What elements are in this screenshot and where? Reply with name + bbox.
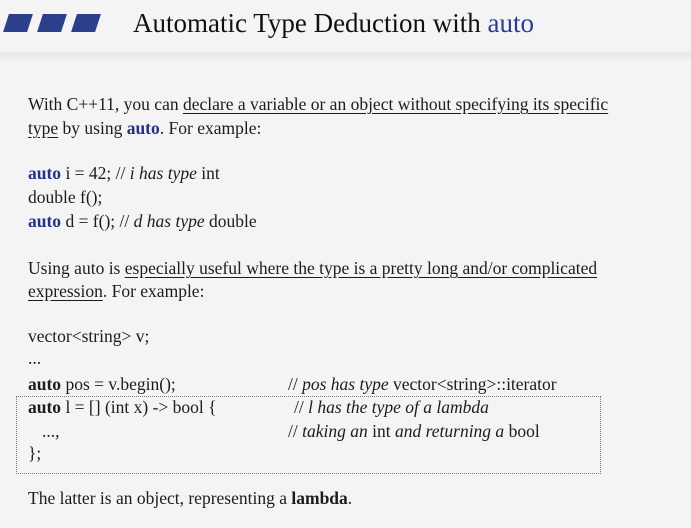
title-keyword: auto — [487, 8, 535, 38]
code-line-auto-lambda: auto l = [] (int x) -> bool { — [28, 397, 217, 417]
code-line-lambda-body: ..., — [42, 421, 60, 441]
code-comment-lambda: // l has the type of a lambda — [294, 397, 489, 417]
slide: Automatic Type Deduction with auto With … — [0, 0, 691, 528]
intro-line-1: With C++11, you can declare a variable o… — [28, 94, 609, 114]
code-line-double-f: double f(); — [28, 187, 103, 207]
slide-title: Automatic Type Deduction with auto — [133, 8, 534, 39]
code-comment-taking: // taking an int and returning a bool — [288, 421, 540, 441]
code-line-vector: vector<string> v; — [28, 326, 150, 346]
title-divider — [0, 52, 691, 62]
code-line-auto-i: auto i = 42; // i has type int — [28, 163, 220, 183]
conclusion-line: The latter is an object, representing a … — [28, 488, 353, 508]
code-line-auto-d: auto d = f(); // d has type double — [28, 211, 257, 231]
code-line-auto-pos: auto pos = v.begin(); — [28, 374, 176, 394]
usage-line-2: expression. For example: — [28, 281, 205, 301]
intro-line-2: type by using auto. For example: — [28, 118, 262, 138]
code-line-ellipsis: ... — [28, 348, 42, 368]
usage-line-1: Using auto is especially useful where th… — [28, 258, 598, 278]
title-text: Automatic Type Deduction with — [133, 8, 488, 38]
code-comment-pos: // pos has type vector<string>::iterator — [288, 374, 557, 394]
code-line-close-brace: }; — [28, 443, 42, 463]
